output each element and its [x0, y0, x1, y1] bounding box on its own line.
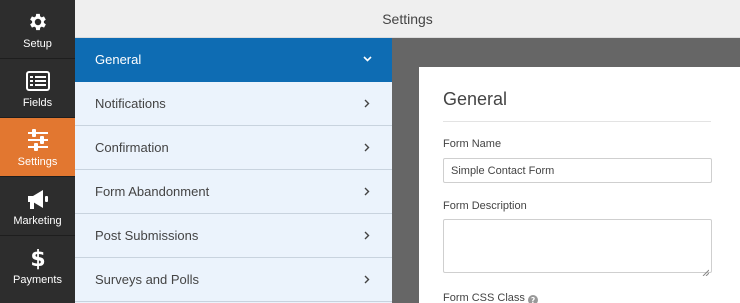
rail-label-setup: Setup: [23, 37, 52, 50]
rail-label-payments: Payments: [13, 273, 62, 286]
section-divider: [443, 121, 711, 122]
panel-item-label: Confirmation: [95, 140, 169, 155]
settings-panel-list: General Notifications Confirmation Form …: [75, 38, 392, 303]
chevron-right-icon: [362, 272, 372, 286]
dollar-icon: $: [30, 245, 46, 271]
chevron-down-icon: [362, 52, 372, 66]
general-settings-card: General Form Name Form Description Form …: [419, 67, 740, 303]
form-description-label: Form Description: [443, 200, 527, 212]
chevron-right-icon: [362, 184, 372, 198]
panel-item-form-abandonment[interactable]: Form Abandonment: [75, 170, 392, 214]
gear-icon: [27, 9, 49, 35]
panel-item-general[interactable]: General: [75, 38, 392, 82]
megaphone-icon: [26, 186, 50, 212]
resize-handle-icon[interactable]: [702, 263, 710, 277]
panel-item-confirmation[interactable]: Confirmation: [75, 126, 392, 170]
page-title: Settings: [75, 0, 740, 38]
builder-sidebar: Setup Fields Settings Marketing $ Paymen…: [0, 0, 75, 303]
svg-text:?: ?: [531, 296, 535, 303]
form-name-input[interactable]: [443, 158, 712, 183]
rail-label-settings: Settings: [17, 155, 58, 168]
svg-text:$: $: [30, 247, 45, 271]
rail-item-settings[interactable]: Settings: [0, 118, 75, 176]
panel-item-label: General: [95, 52, 142, 67]
panel-item-label: Form Abandonment: [95, 184, 210, 199]
panel-item-label: Post Submissions: [95, 228, 199, 243]
rail-item-setup[interactable]: Setup: [0, 0, 75, 58]
form-name-label: Form Name: [443, 138, 502, 150]
panel-item-notifications[interactable]: Notifications: [75, 82, 392, 126]
chevron-right-icon: [362, 228, 372, 242]
rail-item-fields[interactable]: Fields: [0, 59, 75, 117]
panel-item-label: Surveys and Polls: [95, 272, 200, 287]
help-icon[interactable]: ?: [528, 292, 538, 303]
rail-label-fields: Fields: [22, 96, 53, 109]
rail-item-marketing[interactable]: Marketing: [0, 177, 75, 235]
form-description-textarea[interactable]: [443, 219, 712, 277]
sliders-icon: [27, 127, 49, 153]
chevron-right-icon: [362, 140, 372, 154]
panel-item-post-submissions[interactable]: Post Submissions: [75, 214, 392, 258]
panel-item-label: Notifications: [95, 96, 166, 111]
form-css-class-label: Form CSS Class: [443, 292, 525, 303]
chevron-right-icon: [362, 96, 372, 110]
section-title: General: [443, 89, 508, 109]
rail-label-marketing: Marketing: [13, 214, 62, 227]
rail-item-payments[interactable]: $ Payments: [0, 236, 75, 294]
panel-item-surveys-and-polls[interactable]: Surveys and Polls: [75, 258, 392, 302]
fields-icon: [25, 68, 50, 94]
